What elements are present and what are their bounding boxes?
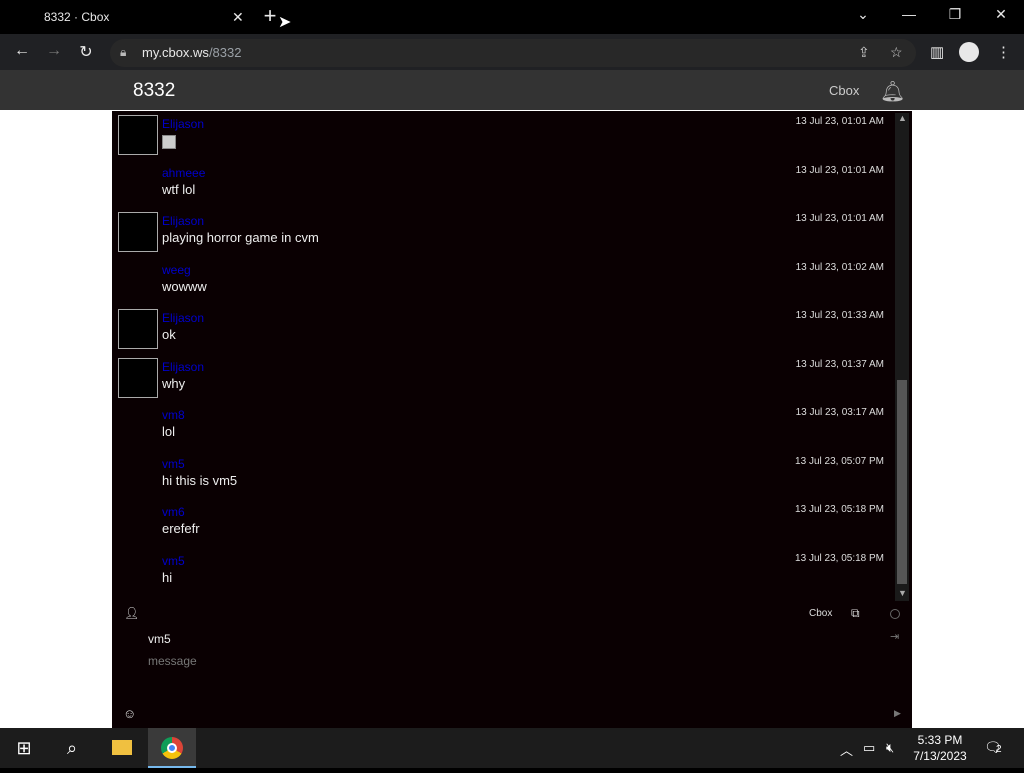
address-bar[interactable]: 🔒︎ my.cbox.ws/8332 ⇪ ☆ (110, 39, 916, 67)
chrome-logo-icon (161, 737, 183, 759)
status-circle-icon[interactable] (890, 609, 900, 619)
network-icon[interactable]: ▭ (863, 740, 875, 756)
message-author[interactable]: vm5 (162, 457, 185, 471)
search-icon[interactable]: ⌕ (48, 728, 96, 768)
message-timestamp: 13 Jul 23, 01:01 AM (795, 164, 884, 176)
broken-image-icon[interactable] (162, 135, 176, 149)
cbox-header: 8332 Cbox 🔔︎ (0, 70, 1024, 110)
message-author[interactable]: vm8 (162, 408, 185, 422)
message-row: ahmeee wtf lol 13 Jul 23, 01:01 AM (112, 160, 892, 208)
browser-tab[interactable]: 8332 · Cbox ✕ (8, 0, 248, 34)
message-timestamp: 13 Jul 23, 05:18 PM (795, 504, 884, 515)
message-row: vm5 hi this is vm5 13 Jul 23, 05:07 PM (112, 451, 892, 499)
user-icon[interactable]: 👤︎ (124, 606, 139, 620)
message-text: ok (162, 327, 176, 342)
login-icon[interactable]: ⇥ (890, 630, 899, 643)
folder-icon (112, 740, 132, 755)
lock-icon: 🔒︎ (120, 45, 127, 59)
message-timestamp: 13 Jul 23, 05:07 PM (795, 455, 884, 467)
message-author[interactable]: Elijason (162, 360, 204, 374)
send-arrow-icon[interactable]: ▶ (894, 708, 901, 719)
chrome-taskbar-icon[interactable] (148, 728, 196, 768)
message-text: erefefr (162, 521, 200, 536)
message-text: hi (162, 569, 173, 585)
forward-icon[interactable]: → (42, 42, 66, 62)
bell-icon[interactable]: 🔔︎ (880, 79, 905, 104)
message-timestamp: 13 Jul 23, 01:37 AM (795, 358, 884, 370)
volume-muted-icon[interactable]: 🔇︎ (886, 740, 894, 756)
avatar[interactable] (118, 357, 158, 398)
message-timestamp: 13 Jul 23, 01:33 AM (795, 310, 884, 321)
close-window-button[interactable]: ✕ (989, 6, 1013, 28)
message-author[interactable]: Elijason (162, 214, 204, 228)
message-author[interactable]: vm6 (162, 505, 185, 519)
message-author[interactable]: weeg (162, 263, 191, 277)
url-host: my.cbox.ws (142, 45, 209, 60)
message-input[interactable] (148, 652, 748, 670)
clock-date: 7/13/2023 (913, 749, 967, 763)
message-author[interactable]: Elijason (162, 311, 204, 325)
message-text: playing horror game in cvm (162, 230, 319, 245)
avatar[interactable] (118, 212, 158, 252)
url-path: /8332 (208, 45, 242, 60)
message-timestamp: 13 Jul 23, 01:02 AM (795, 261, 884, 273)
board-title: 8332 (133, 80, 176, 101)
message-timestamp: 13 Jul 23, 01:01 AM (795, 213, 884, 224)
message-author[interactable]: Elijason (162, 117, 204, 131)
message-text: why (162, 375, 186, 391)
scrollbar-thumb[interactable] (897, 380, 907, 584)
message-text: lol (162, 424, 176, 439)
message-text: hi this is vm5 (162, 472, 238, 488)
minimize-button[interactable]: — (897, 6, 921, 28)
message-row: vm8 lol 13 Jul 23, 03:17 AM (112, 402, 892, 450)
message-author[interactable]: ahmeee (162, 166, 205, 180)
message-row: weeg wowww 13 Jul 23, 01:02 AM (112, 257, 892, 305)
windows-taskbar: ⊞ ⌕ ︿ ▭ 🔇︎ 5:33 PM 7/13/2023 🗨︎ 2 (0, 728, 1024, 768)
bookmark-star-icon[interactable]: ☆ (890, 44, 903, 61)
windows-start-icon[interactable]: ⊞ (0, 728, 48, 768)
message-row: Elijason ok 13 Jul 23, 01:33 AM (112, 305, 892, 353)
scroll-down-arrow-icon[interactable]: ▼ (898, 588, 907, 598)
menu-kebab-icon[interactable]: ⋮ (996, 43, 1011, 61)
message-timestamp: 13 Jul 23, 05:18 PM (795, 552, 884, 564)
scroll-up-arrow-icon[interactable]: ▲ (898, 113, 907, 123)
message-row: Elijason 13 Jul 23, 01:01 AM (112, 111, 892, 159)
message-row: vm6 erefefr 13 Jul 23, 05:18 PM (112, 499, 892, 547)
system-clock[interactable]: 5:33 PM 7/13/2023 (908, 732, 972, 764)
url-text[interactable]: my.cbox.ws/8332 (142, 45, 241, 60)
notification-count: 2 (996, 744, 1002, 755)
tab-search-icon[interactable]: ⌄ (851, 6, 875, 28)
tab-close-icon[interactable]: ✕ (232, 9, 244, 26)
profile-avatar-icon[interactable] (959, 42, 979, 62)
restore-button[interactable]: ❐ (943, 6, 967, 28)
back-icon[interactable]: ← (10, 42, 34, 62)
message-timestamp: 13 Jul 23, 03:17 AM (795, 407, 884, 418)
mouse-cursor-icon: ➤ (278, 14, 292, 31)
avatar[interactable] (118, 115, 158, 155)
reload-icon[interactable]: ↻ (74, 42, 98, 62)
tray-chevron-icon[interactable]: ︿ (840, 740, 853, 759)
emoji-icon[interactable]: ☺ (123, 706, 136, 721)
popout-icon[interactable]: ⧉ (851, 606, 860, 621)
message-author[interactable]: vm5 (162, 554, 185, 568)
message-row: vm5 hi 13 Jul 23, 05:18 PM (112, 548, 892, 596)
share-icon[interactable]: ⇪ (858, 44, 870, 61)
message-text: wowww (162, 278, 207, 294)
message-text: wtf lol (162, 181, 196, 197)
form-brand-link[interactable]: Cbox (809, 608, 832, 619)
message-row: Elijason playing horror game in cvm 13 Jul… (112, 208, 892, 256)
file-explorer-icon[interactable] (98, 728, 146, 768)
side-panel-icon[interactable]: ▥ (930, 43, 944, 61)
tab-title: 8332 · Cbox (44, 10, 110, 24)
post-form: 👤︎ Cbox ⧉ ⇥ ☺ ▶ (112, 602, 912, 728)
message-timestamp: 13 Jul 23, 01:01 AM (795, 116, 884, 127)
browser-toolbar: ← → ↻ 🔒︎ my.cbox.ws/8332 ⇪ ☆ ▥ ⋮ (0, 34, 1024, 70)
clock-time: 5:33 PM (917, 733, 963, 747)
avatar[interactable] (118, 309, 158, 349)
message-row: Elijason why 13 Jul 23, 01:37 AM (112, 354, 892, 402)
name-field[interactable] (148, 630, 748, 648)
cbox-brand-link[interactable]: Cbox (829, 83, 859, 98)
